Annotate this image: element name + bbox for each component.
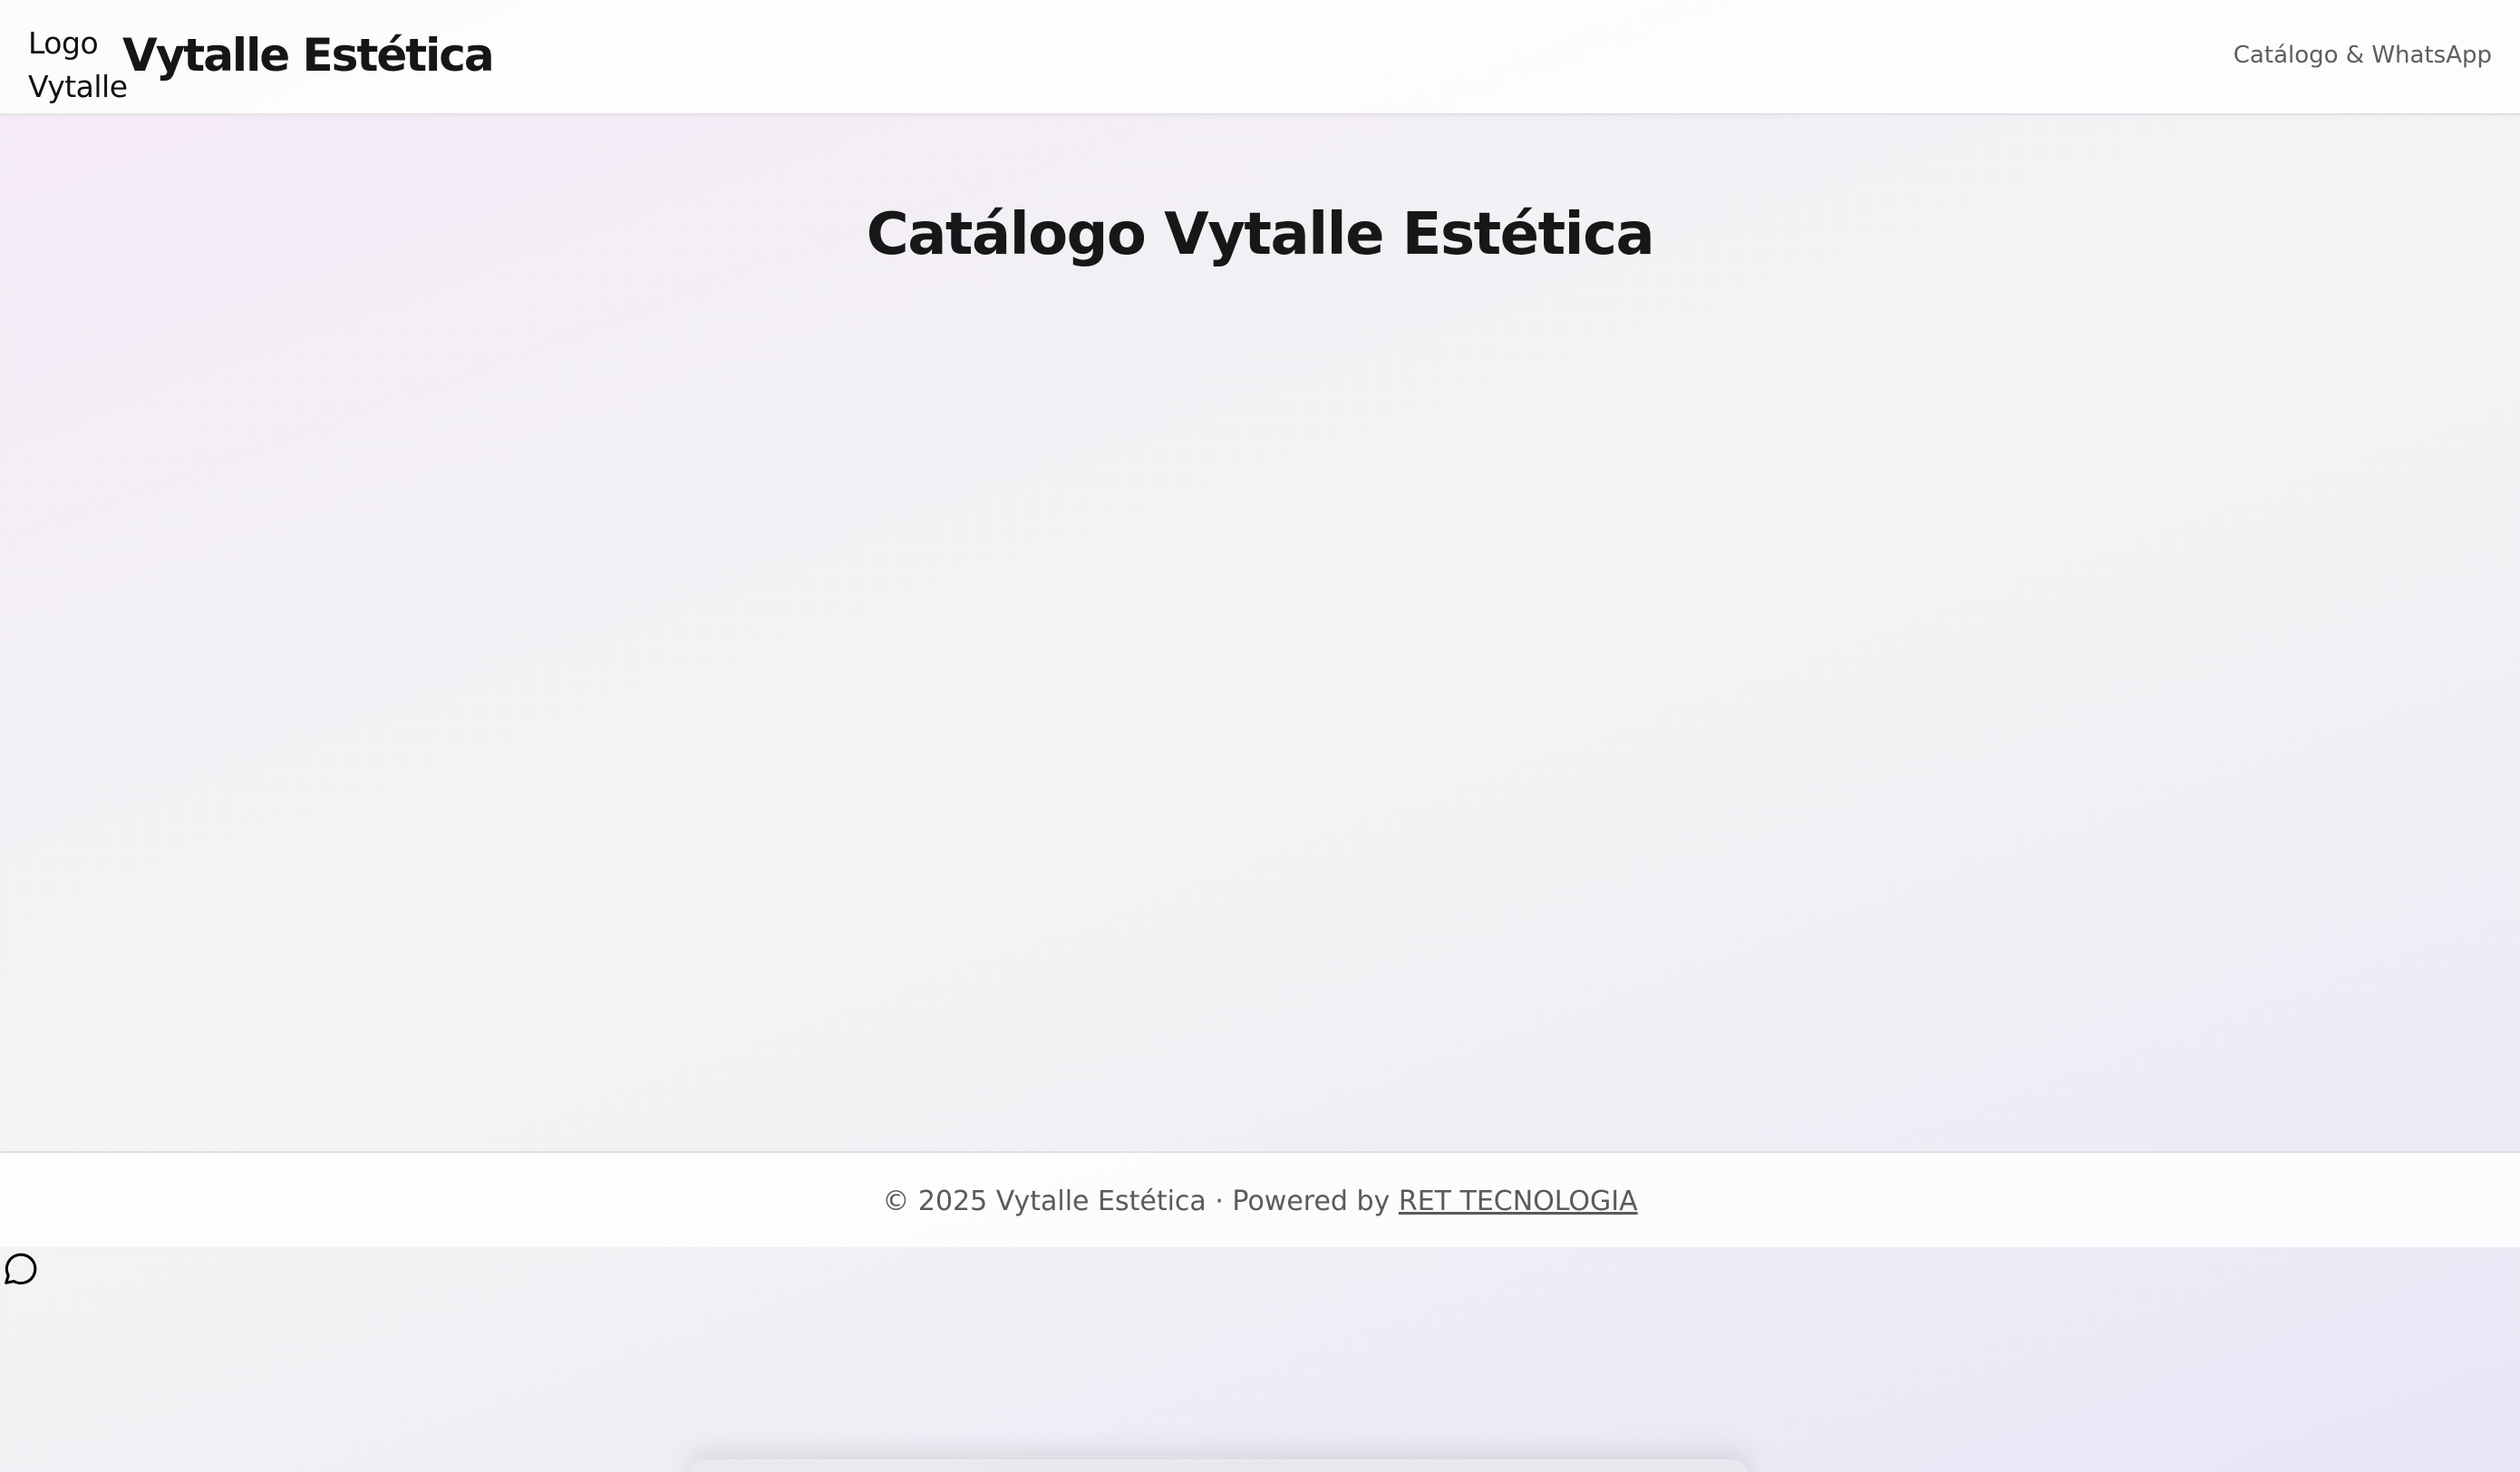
- logo-image[interactable]: Logo Vytalle: [28, 22, 128, 109]
- brand-name[interactable]: Vytalle Estética: [122, 27, 495, 83]
- bottom-floating-panel-edge: [689, 1459, 1749, 1472]
- logo-alt-line1: Logo: [28, 25, 99, 61]
- site-footer: © 2025 Vytalle Estética · Powered by RET…: [0, 1151, 2520, 1247]
- footer-copyright: © 2025 Vytalle Estética · Powered by: [882, 1186, 1391, 1217]
- page-title: Catálogo Vytalle Estética: [866, 201, 1655, 268]
- whatsapp-chat-button[interactable]: [0, 1247, 42, 1289]
- footer-text: © 2025 Vytalle Estética · Powered by RET…: [882, 1184, 1637, 1220]
- message-circle-icon: [5, 1253, 37, 1285]
- ret-tecnologia-link[interactable]: RET TECNOLOGIA: [1399, 1186, 1638, 1217]
- site-header: Logo Vytalle Vytalle Estética Catálogo &…: [0, 0, 2520, 115]
- nav-catalog-whatsapp-link[interactable]: Catálogo & WhatsApp: [2234, 40, 2492, 71]
- logo-alt-line2: Vytalle: [28, 69, 128, 104]
